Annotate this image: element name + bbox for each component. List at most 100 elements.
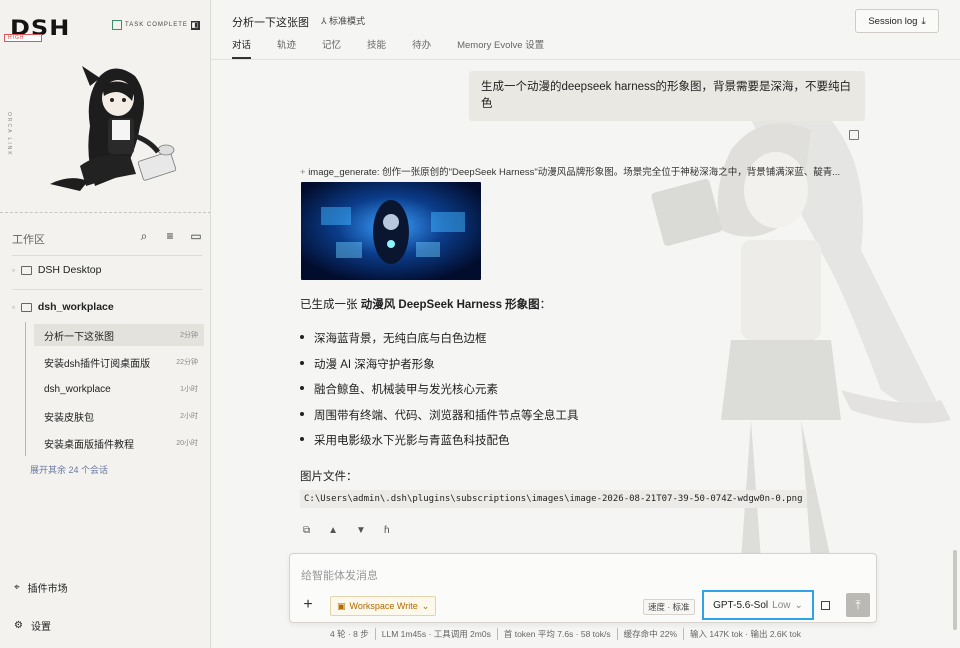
workspace-title: 工作区 — [12, 234, 45, 246]
tab-memory[interactable]: 记忆 — [322, 37, 341, 59]
divider-ruler — [0, 212, 210, 218]
answer-bold: 动漫风 DeepSeek Harness 形象图 — [360, 299, 540, 311]
expand-icon: ▫ — [12, 302, 15, 312]
folder-label: dsh_workplace — [37, 301, 114, 313]
session-item[interactable]: dsh_workplace 1小时 — [34, 378, 204, 400]
branch-icon[interactable]: ɦ — [384, 525, 390, 536]
thumbs-up-icon[interactable]: ▲ — [328, 525, 338, 536]
search-icon[interactable]: ⌕ — [138, 229, 150, 244]
plugin-market-label: 插件市场 — [27, 584, 68, 595]
reasoning-level: Low — [772, 599, 791, 611]
copy-icon[interactable] — [849, 130, 859, 140]
list-item: 融合鲸鱼、机械装甲与发光核心元素 — [300, 381, 579, 407]
collapse-icon[interactable]: ◧ — [190, 20, 200, 30]
tab-trace[interactable]: 轨迹 — [277, 37, 296, 59]
workspace-mode-button[interactable]: ▣ Workspace Write ⌄ — [330, 596, 437, 616]
folder-open-icon — [20, 302, 32, 312]
task-status-label: TASK COMPLETE — [125, 22, 188, 28]
status-item: 首 token 平均 7.6s · 58 tok/s — [496, 628, 617, 640]
task-status-badge: TASK COMPLETE ◧ — [112, 20, 200, 30]
stop-icon[interactable] — [821, 601, 830, 610]
expand-more-sessions[interactable]: 展开其余 24 个会话 — [30, 463, 108, 476]
gear-icon: ⚙ — [14, 620, 23, 631]
file-path[interactable]: C:\Users\admin\.dsh\plugins\subscription… — [300, 490, 807, 508]
copy-icon[interactable]: ⧉ — [303, 525, 310, 536]
session-title: 安装桌面版插件教程 — [44, 439, 134, 451]
download-icon: ⤓ — [921, 15, 926, 27]
settings-button[interactable]: ⚙ 设置 — [14, 618, 51, 633]
conversation-title: 分析一下这张图 — [232, 17, 309, 29]
model-selector[interactable]: GPT-5.6-Sol Low ⌄ — [702, 590, 814, 620]
plus-icon: + — [300, 167, 309, 178]
tab-memory-evolve[interactable]: Memory Evolve 设置 — [457, 37, 544, 59]
send-button[interactable]: ⤒ — [846, 593, 870, 617]
risk-tag: HIGH — [4, 34, 42, 42]
chevron-down-icon: ⌄ — [421, 600, 430, 611]
thumbs-down-icon[interactable]: ▼ — [356, 525, 366, 536]
answer-prefix: 已生成一张 — [300, 299, 361, 311]
mascot-illustration — [50, 66, 177, 191]
answer-suffix: ： — [539, 299, 552, 311]
session-title: 安装dsh插件订阅桌面版 — [44, 358, 151, 370]
list-item: 深海蓝背景，无纯白底与白色边框 — [300, 330, 579, 356]
session-time: 2分钟 — [180, 332, 198, 339]
session-log-label: Session log — [868, 15, 918, 27]
mode-indicator[interactable]: ⅄ 标准模式 — [321, 14, 365, 27]
status-bar: 4 轮 · 8 步 LLM 1m45s · 工具调用 2m0s 首 token … — [211, 628, 960, 640]
scrollbar[interactable] — [953, 550, 957, 630]
answer-summary: 已生成一张 动漫风 DeepSeek Harness 形象图： — [300, 296, 551, 312]
session-time: 20小时 — [176, 440, 198, 447]
message-input[interactable]: 给智能体发消息 — [301, 567, 378, 583]
list-icon[interactable]: ≡ — [164, 229, 176, 244]
session-time: 2小时 — [180, 413, 198, 420]
mode-label: 标准模式 — [329, 16, 366, 26]
session-log-button[interactable]: Session log ⤓ — [855, 9, 939, 33]
tool-call-line[interactable]: + image_generate: 创作一张原创的"DeepSeek Harne… — [300, 164, 860, 178]
session-title: 安装皮肤包 — [44, 412, 94, 424]
main-panel: 分析一下这张图 ⅄ 标准模式 对话 轨迹 记忆 技能 待办 Memory Evo… — [211, 0, 960, 648]
tree-line — [25, 322, 26, 456]
top-bar: 分析一下这张图 ⅄ 标准模式 对话 轨迹 记忆 技能 待办 Memory Evo… — [211, 0, 960, 60]
settings-label: 设置 — [30, 622, 51, 633]
tool-call-text: image_generate: 创作一张原创的"DeepSeek Harness… — [308, 167, 841, 178]
session-item[interactable]: 安装皮肤包 2小时 — [34, 405, 204, 427]
status-item: 缓存命中 22% — [616, 628, 683, 640]
attach-button[interactable]: + — [298, 596, 318, 616]
sidebar: DSH HIGH TASK COMPLETE ◧ ORCA LINK 工作区 ⌕… — [0, 0, 211, 648]
session-time: 22分钟 — [176, 359, 198, 366]
list-item: 周围带有终端、代码、浏览器和插件节点等全息工具 — [300, 407, 579, 433]
new-folder-icon[interactable]: ▭ — [190, 229, 202, 244]
expand-icon: ▫ — [12, 265, 15, 275]
folder-icon — [20, 265, 32, 275]
list-item: 动漫 AI 深海守护者形象 — [300, 356, 579, 382]
tab-bar: 对话 轨迹 记忆 技能 待办 Memory Evolve 设置 — [232, 37, 544, 59]
user-message: 生成一个动漫的deepseek harness的形象图，背景需要是深海，不要纯白… — [469, 71, 865, 121]
generated-image-thumbnail[interactable] — [301, 182, 481, 280]
status-item: 4 轮 · 8 步 — [330, 629, 369, 639]
model-name: GPT-5.6-Sol — [713, 599, 769, 611]
chevron-down-icon: ⌄ — [794, 599, 803, 611]
status-item: LLM 1m45s · 工具调用 2m0s — [374, 628, 497, 640]
list-item: 采用电影级水下光影与青蓝色科技配色 — [300, 432, 579, 458]
session-item[interactable]: 安装dsh插件订阅桌面版 22分钟 — [34, 351, 204, 373]
message-actions: ⧉ ▲ ▼ ɦ — [303, 525, 390, 536]
plugin-icon: ⌖ — [14, 582, 20, 593]
workspace-label: Workspace Write — [349, 601, 418, 611]
session-time: 1小时 — [180, 386, 198, 393]
plugin-market-button[interactable]: ⌖ 插件市场 — [14, 580, 68, 595]
session-title: 分析一下这张图 — [44, 331, 114, 343]
session-item[interactable]: 分析一下这张图 2分钟 — [34, 324, 204, 346]
side-vertical-label: ORCA LINK — [6, 112, 12, 157]
folder-label: DSH Desktop — [37, 264, 102, 276]
session-item[interactable]: 安装桌面版插件教程 20小时 — [34, 432, 204, 454]
file-label: 图片文件： — [300, 471, 358, 483]
speed-toggle[interactable]: 速度 · 标准 — [643, 599, 695, 615]
tab-skills[interactable]: 技能 — [367, 37, 386, 59]
divider — [12, 255, 202, 256]
folder-dsh-desktop[interactable]: ▫ DSH Desktop — [12, 261, 101, 279]
folder-dsh-workplace[interactable]: ▫ dsh_workplace — [12, 298, 114, 316]
session-title: dsh_workplace — [44, 383, 111, 395]
tab-todo[interactable]: 待办 — [412, 37, 431, 59]
tab-chat[interactable]: 对话 — [232, 37, 252, 59]
divider — [12, 289, 202, 290]
